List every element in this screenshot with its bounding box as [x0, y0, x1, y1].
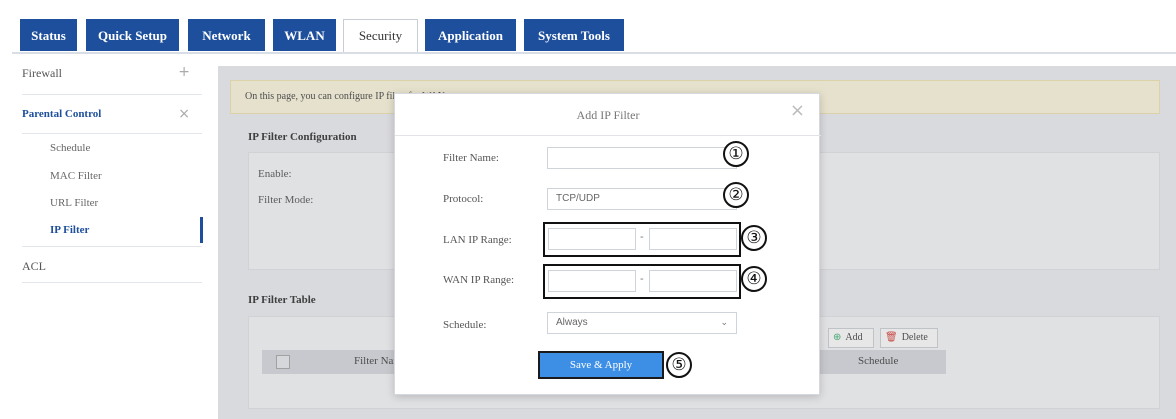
- sidebar-item-url-filter[interactable]: URL Filter: [50, 197, 98, 209]
- tab-security[interactable]: Security: [343, 19, 418, 53]
- lan-ip-start-input[interactable]: [548, 228, 636, 250]
- sidebar-item-schedule[interactable]: Schedule: [50, 142, 90, 154]
- sidebar-item-mac-filter[interactable]: MAC Filter: [50, 170, 102, 182]
- dialog-title: Add IP Filter: [395, 94, 821, 136]
- wan-ip-end-input[interactable]: [649, 270, 737, 292]
- schedule-select[interactable]: Always ⌄: [547, 312, 737, 334]
- sidebar: Firewall + Parental Control × Schedule M…: [12, 56, 203, 419]
- divider: [22, 246, 202, 247]
- tab-system-tools[interactable]: System Tools: [524, 19, 624, 51]
- callout-2: ②: [723, 182, 749, 208]
- tab-wlan[interactable]: WLAN: [273, 19, 336, 51]
- wan-ip-range-label: WAN IP Range:: [443, 274, 515, 286]
- schedule-label: Schedule:: [443, 319, 487, 331]
- sidebar-item-parental-control[interactable]: Parental Control ×: [12, 106, 202, 128]
- active-indicator: [200, 217, 203, 243]
- tab-network[interactable]: Network: [188, 19, 265, 51]
- divider: [22, 133, 202, 134]
- tab-quick-setup[interactable]: Quick Setup: [86, 19, 179, 51]
- sidebar-item-firewall[interactable]: Firewall +: [12, 64, 202, 86]
- divider: [22, 282, 202, 283]
- sidebar-item-label: Firewall: [22, 66, 62, 80]
- sidebar-item-label: ACL: [22, 259, 46, 273]
- chevron-down-icon: ⌄: [720, 318, 728, 328]
- callout-5: ⑤: [666, 352, 692, 378]
- sidebar-item-ip-filter[interactable]: IP Filter: [50, 224, 89, 236]
- expand-icon[interactable]: +: [178, 64, 190, 80]
- save-apply-button[interactable]: Save & Apply: [538, 351, 664, 379]
- schedule-selected: Always: [556, 317, 588, 328]
- range-separator: -: [640, 231, 644, 243]
- range-separator: -: [640, 273, 644, 285]
- sidebar-item-label: Parental Control: [22, 108, 102, 120]
- tab-application[interactable]: Application: [425, 19, 516, 51]
- lan-ip-range-label: LAN IP Range:: [443, 234, 512, 246]
- top-nav: Status Quick Setup Network WLAN Security…: [0, 0, 1176, 56]
- protocol-field[interactable]: TCP/UDP: [547, 188, 737, 210]
- callout-1: ①: [723, 141, 749, 167]
- filter-name-label: Filter Name:: [443, 152, 499, 164]
- divider: [22, 94, 202, 95]
- lan-ip-end-input[interactable]: [649, 228, 737, 250]
- tab-divider: [12, 52, 1176, 54]
- close-icon[interactable]: ×: [790, 100, 805, 121]
- sidebar-item-acl[interactable]: ACL: [12, 259, 202, 279]
- wan-ip-start-input[interactable]: [548, 270, 636, 292]
- protocol-label: Protocol:: [443, 193, 484, 205]
- callout-4: ④: [741, 266, 767, 292]
- filter-name-input[interactable]: [547, 147, 737, 169]
- callout-3: ③: [741, 225, 767, 251]
- tab-status[interactable]: Status: [20, 19, 77, 51]
- collapse-icon[interactable]: ×: [178, 106, 190, 122]
